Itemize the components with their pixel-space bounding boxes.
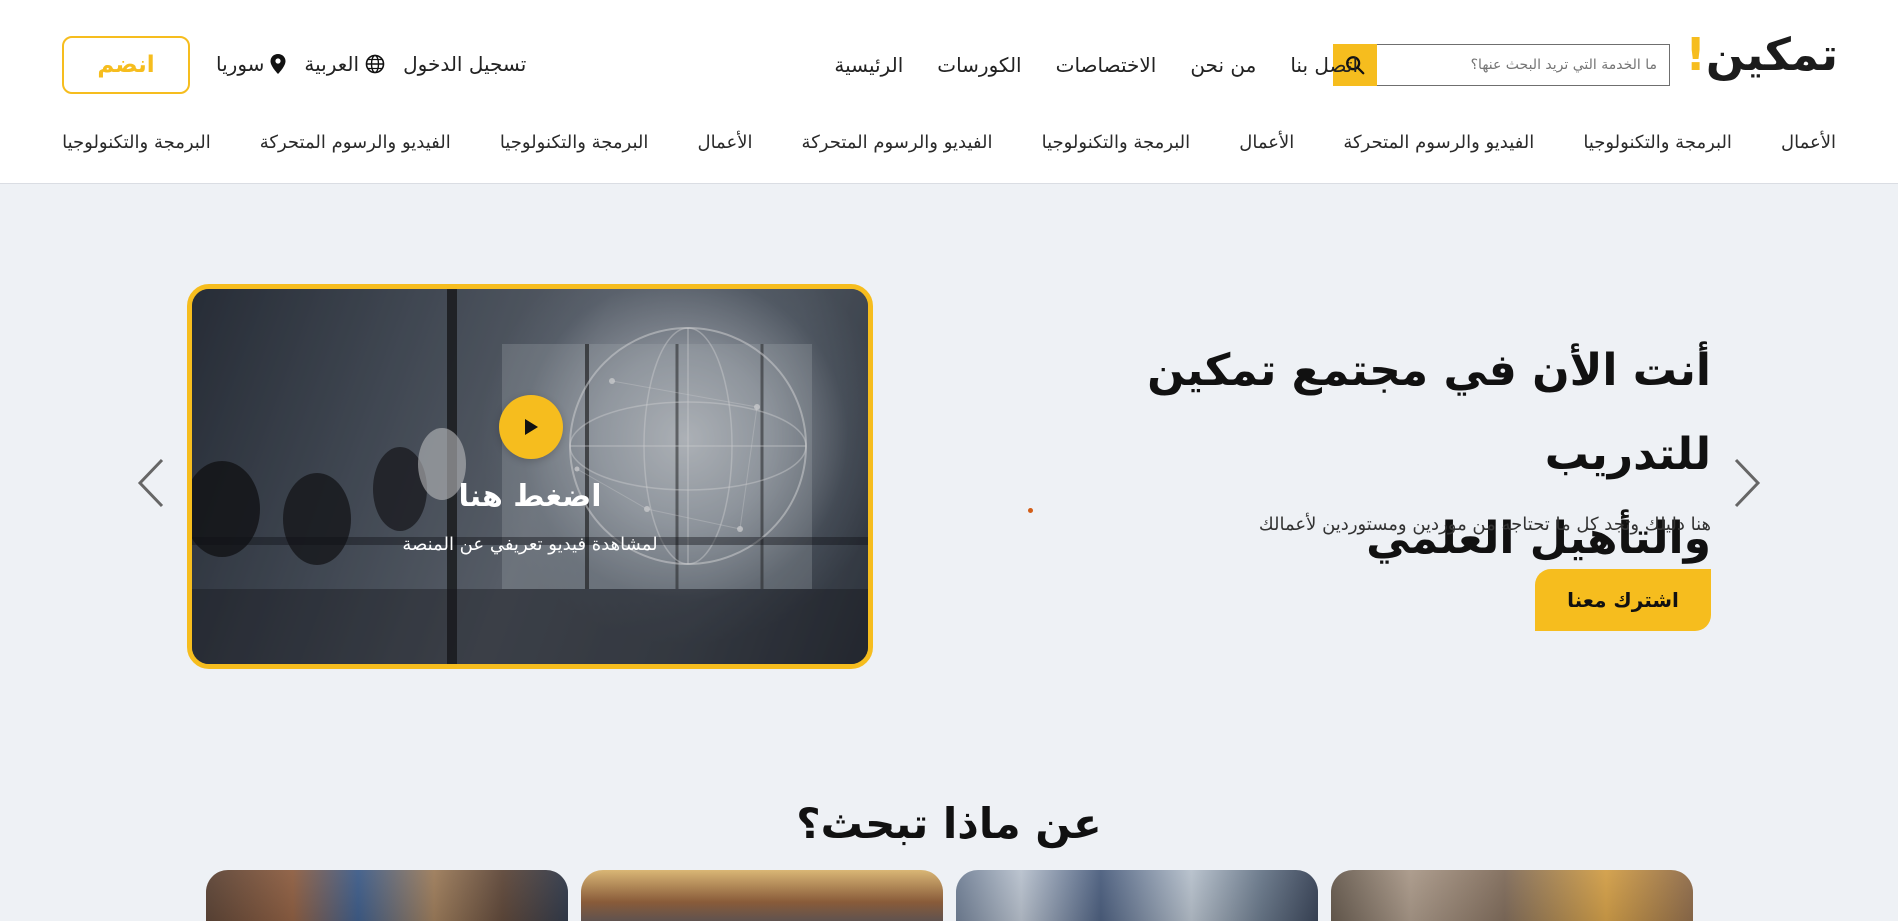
category-link[interactable]: الفيديو والرسوم المتحركة — [1343, 132, 1534, 153]
category-link[interactable]: الفيديو والرسوم المتحركة — [260, 132, 451, 153]
carousel-next-button[interactable] — [1724, 458, 1770, 508]
nav-specialties-link[interactable]: الاختصاصات — [1056, 53, 1157, 77]
carousel-prev-button[interactable] — [128, 458, 174, 508]
category-link[interactable]: الأعمال — [1239, 132, 1294, 153]
decorative-dot — [1028, 508, 1033, 513]
location-pin-icon — [270, 54, 286, 74]
category-card-overlay — [206, 870, 568, 921]
chevron-left-icon — [137, 458, 164, 508]
country-selector[interactable]: سوريا — [216, 52, 286, 76]
category-link[interactable]: البرمجة والتكنولوجيا — [62, 132, 211, 153]
hero-description: هنا دليلك وتجد كل ما تحتاجه من موردين وم… — [1258, 514, 1711, 535]
join-button[interactable]: انضم — [62, 36, 190, 94]
intro-video-card[interactable]: اضغط هنا لمشاهدة فيديو تعريفي عن المنصة — [187, 284, 873, 669]
nav-home-link[interactable]: الرئيسية — [834, 53, 903, 77]
hero-title: أنت الأن في مجتمع تمكين للتدريب والتأهيل… — [991, 329, 1711, 581]
country-label: سوريا — [216, 52, 265, 76]
video-subtitle: لمشاهدة فيديو تعريفي عن المنصة — [402, 534, 658, 555]
category-link[interactable]: البرمجة والتكنولوجيا — [1583, 132, 1732, 153]
search-box[interactable] — [1333, 44, 1670, 86]
hero-title-line: أنت الأن في مجتمع تمكين للتدريب — [1147, 345, 1711, 480]
category-card-overlay — [581, 870, 943, 921]
section-heading: عن ماذا تبحث؟ — [796, 798, 1102, 848]
globe-icon — [365, 54, 385, 74]
nav-about-link[interactable]: من نحن — [1190, 53, 1256, 77]
category-link[interactable]: الفيديو والرسوم المتحركة — [802, 132, 993, 153]
category-link[interactable]: الأعمال — [697, 132, 752, 153]
play-icon — [525, 419, 538, 435]
category-link[interactable]: الأعمال — [1781, 132, 1836, 153]
category-navigation: الأعمال البرمجة والتكنولوجيا الفيديو وال… — [62, 132, 1836, 153]
site-header: تمكين! الرئيسية الكورسات الاختصاصات من ن… — [0, 0, 1898, 184]
nav-contact-link[interactable]: اتصل بنا — [1290, 53, 1358, 77]
subscribe-button[interactable]: اشترك معنا — [1535, 569, 1711, 631]
site-logo[interactable]: تمكين! — [1685, 32, 1839, 77]
category-card[interactable] — [1331, 870, 1693, 921]
category-card[interactable] — [206, 870, 568, 921]
category-card-overlay — [956, 870, 1318, 921]
hero-section: اضغط هنا لمشاهدة فيديو تعريفي عن المنصة … — [0, 184, 1898, 921]
category-link[interactable]: البرمجة والتكنولوجيا — [500, 132, 649, 153]
logo-mark: ! — [1685, 28, 1707, 81]
category-card[interactable] — [956, 870, 1318, 921]
play-button[interactable] — [499, 395, 563, 459]
video-overlay — [192, 289, 868, 664]
category-card[interactable] — [581, 870, 943, 921]
category-link[interactable]: البرمجة والتكنولوجيا — [1042, 132, 1191, 153]
login-link[interactable]: تسجيل الدخول — [403, 52, 526, 76]
nav-courses-link[interactable]: الكورسات — [937, 53, 1021, 77]
language-selector[interactable]: العربية — [304, 52, 385, 76]
chevron-right-icon — [1734, 458, 1761, 508]
logo-text: تمكين — [1705, 28, 1839, 81]
search-input[interactable] — [1334, 45, 1669, 85]
utility-links: سوريا العربية تسجيل الدخول — [216, 52, 526, 76]
category-card-overlay — [1331, 870, 1693, 921]
main-navigation: الرئيسية الكورسات الاختصاصات من نحن اتصل… — [834, 53, 1358, 77]
language-label: العربية — [304, 52, 360, 76]
video-title: اضغط هنا — [458, 479, 602, 514]
